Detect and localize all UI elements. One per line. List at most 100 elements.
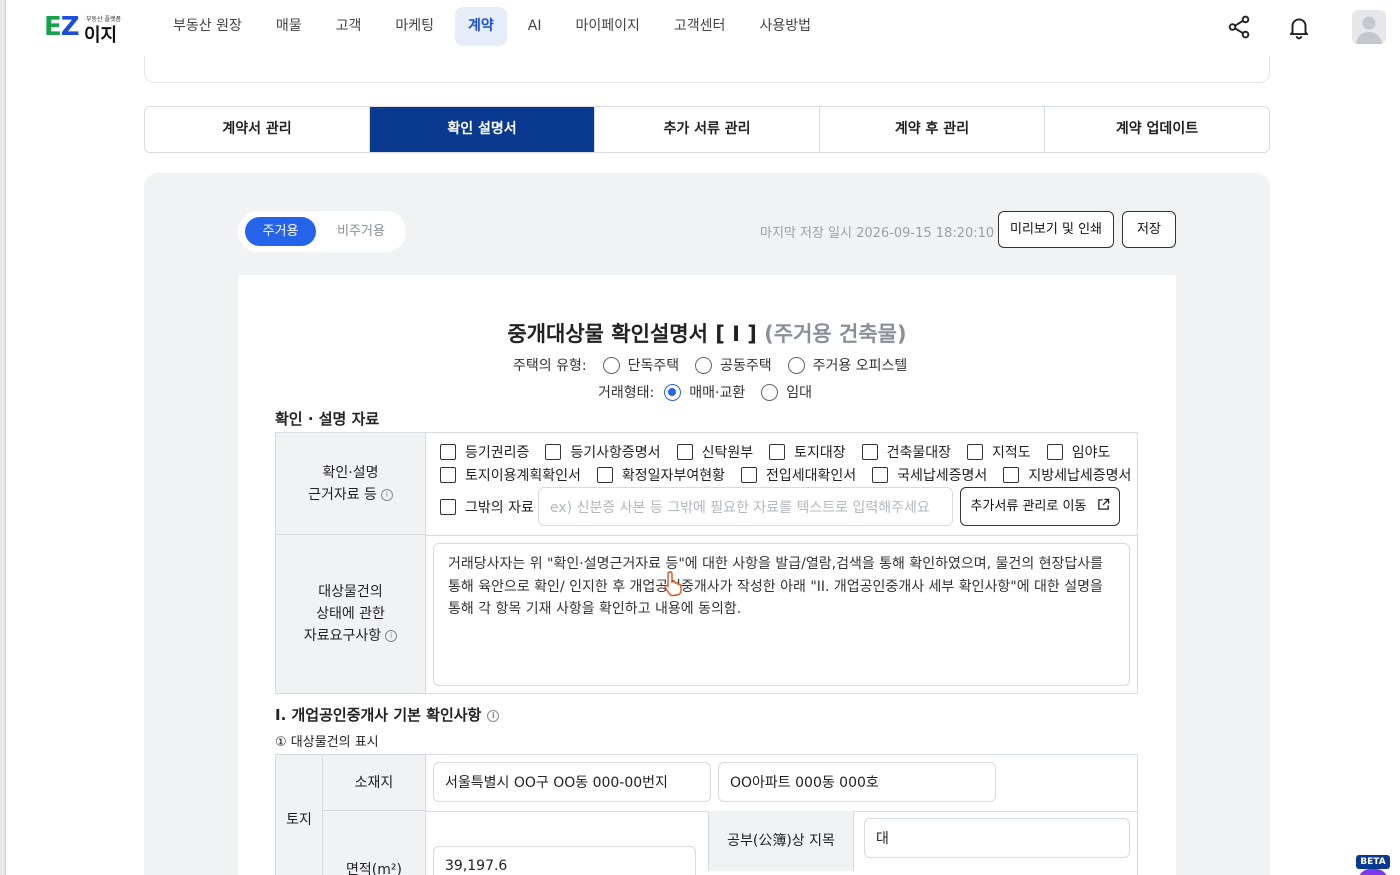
checkbox[interactable] (1003, 467, 1020, 483)
checkbox[interactable] (1046, 444, 1063, 460)
ezeiji-logo[interactable]: EZ 부동산 플랫폼 이지 (44, 12, 124, 46)
checkbox-item[interactable]: 국세납세증명서 (872, 465, 987, 485)
request-label-line3: 자료요구사항 (303, 628, 382, 644)
checkbox-item[interactable]: 지적도 (967, 442, 1031, 462)
checkbox[interactable] (872, 467, 889, 483)
checkbox-item[interactable]: 토지이용계획확인서 (440, 465, 581, 485)
radio-apartment[interactable] (695, 356, 713, 374)
toggle-residential[interactable]: 주거용 (245, 217, 316, 246)
tab-contract-update[interactable]: 계약 업데이트 (1045, 107, 1269, 152)
checkbox[interactable] (596, 467, 613, 483)
other-materials-input[interactable]: ex) 신분증 사본 등 그밖에 필요한 자료를 텍스트로 입력해주세요 (538, 487, 953, 526)
nav-item-contract[interactable]: 계약 (455, 7, 507, 46)
radio-officetel[interactable] (787, 356, 805, 374)
document-title-main: 중개대상물 확인설명서 [ I ] (507, 322, 757, 346)
checkbox-label: 그밖의 자료 (465, 500, 534, 516)
checkbox-label: 신탁원부 (701, 445, 754, 461)
checkbox-item[interactable]: 건축물대장 (861, 442, 951, 462)
checkbox[interactable] (861, 444, 878, 460)
subsection-property-display: ① 대상물건의 표시 (275, 735, 379, 750)
user-avatar-icon[interactable] (1352, 10, 1386, 44)
move-to-additional-docs-button[interactable]: 추가서류 관리로 이동 (960, 487, 1120, 526)
nav-item-ledger[interactable]: 부동산 원장 (160, 7, 255, 46)
tab-contract-management[interactable]: 계약서 관리 (145, 107, 370, 152)
tab-post-contract[interactable]: 계약 후 관리 (820, 107, 1045, 152)
address-detail-input[interactable]: OO아파트 000동 000호 (718, 762, 996, 802)
checkbox-item[interactable]: 등기권리증 (440, 442, 529, 462)
external-link-icon (1097, 498, 1109, 510)
info-icon[interactable]: i (385, 630, 398, 642)
deal-type-row: 거래형태: 매매·교환 임대 (598, 382, 812, 402)
nav-item-mypage[interactable]: 마이페이지 (563, 7, 653, 46)
checkbox-label: 임야도 (1071, 445, 1111, 461)
checkbox[interactable] (440, 499, 456, 515)
checkbox[interactable] (740, 467, 757, 483)
nav-item-listings[interactable]: 매물 (263, 7, 315, 46)
nav-item-customers[interactable]: 고객 (323, 7, 375, 46)
checkbox[interactable] (440, 444, 456, 460)
radio-detached-label: 단독주택 (627, 358, 680, 374)
house-type-row: 주택의 유형: 단독주택 공동주택 주거용 오피스텔 (513, 355, 907, 375)
info-icon[interactable]: i (487, 709, 500, 722)
checkbox[interactable] (545, 444, 562, 460)
area-header-cell: 면적(m²) (323, 811, 426, 875)
nav-item-marketing[interactable]: 마케팅 (382, 7, 447, 46)
checkbox-label: 지적도 (992, 445, 1031, 461)
section-basic-confirmation-title: I. 개업공인중개사 기본 확인사항 (275, 706, 482, 724)
area-input[interactable]: 39,197.6 (433, 846, 696, 875)
checkbox-item[interactable]: 지방세납세증명서 (1003, 465, 1131, 485)
info-icon[interactable]: i (380, 488, 393, 501)
radio-officetel-label: 주거용 오피스텔 (812, 358, 908, 374)
checkbox-item[interactable]: 전입세대확인서 (740, 465, 856, 485)
background-window-edge (0, 0, 6, 875)
checkbox-label: 토지이용계획확인서 (465, 468, 581, 484)
checkbox[interactable] (440, 467, 456, 483)
move-button-label: 추가서류 관리로 이동 (970, 499, 1087, 514)
previous-card-edge (144, 55, 1270, 83)
checkbox-item[interactable]: 신탁원부 (676, 442, 754, 462)
checkbox-item[interactable]: 임야도 (1046, 442, 1111, 462)
request-textarea[interactable]: 거래당사자는 위 "확인·설명근거자료 등"에 대한 사항을 발급/열람,검색을… (433, 543, 1130, 686)
mouse-cursor-icon (664, 571, 682, 597)
deal-type-label: 거래형태: (598, 385, 655, 401)
checkbox-label: 확정일자부여현황 (621, 468, 725, 484)
checkbox[interactable] (769, 444, 786, 460)
top-header: EZ 부동산 플랫폼 이지 부동산 원장 매물 고객 마케팅 계약 AI 마이페… (6, 0, 1400, 56)
checkbox[interactable] (967, 444, 984, 460)
address-input[interactable]: 서울특별시 OO구 OO동 000-00번지 (433, 762, 711, 802)
document-title-sub: (주거용 건축물) (764, 322, 907, 346)
logo-iji: 이지 (84, 25, 118, 46)
radio-apartment-label: 공동주택 (720, 358, 772, 374)
beta-badge[interactable]: BETA (1356, 853, 1392, 875)
radio-sale-exchange[interactable] (664, 383, 682, 401)
other-materials-checkbox[interactable]: 그밖의 자료 (440, 497, 534, 517)
chatbot-icon (1358, 869, 1388, 875)
radio-lease[interactable] (761, 383, 779, 401)
checkbox-item[interactable]: 확정일자부여현황 (596, 465, 725, 485)
tab-confirmation-statement[interactable]: 확인 설명서 (370, 107, 595, 152)
share-icon[interactable] (1226, 14, 1252, 40)
request-label-line1: 대상물건의 (318, 584, 383, 600)
toggle-non-residential[interactable]: 비주거용 (322, 217, 400, 246)
checkbox[interactable] (676, 444, 693, 460)
checkbox-item[interactable]: 등기사항증명서 (545, 442, 661, 462)
request-label-line2: 상태에 관한 (316, 606, 385, 622)
checkbox-label: 국세납세증명서 (897, 468, 988, 484)
checkbox-label: 토지대장 (794, 445, 846, 461)
checkbox-label: 등기사항증명서 (570, 445, 661, 461)
save-button[interactable]: 저장 (1122, 211, 1176, 248)
last-saved-text: 마지막 저장 일시 2026-09-15 18:20:10 (760, 226, 995, 241)
radio-detached[interactable] (602, 356, 620, 374)
checkbox-item[interactable]: 토지대장 (769, 442, 846, 462)
area-label: 면적(m²) (346, 862, 402, 875)
nav-item-howto[interactable]: 사용방법 (746, 7, 824, 46)
preview-print-button[interactable]: 미리보기 및 인쇄 (998, 211, 1114, 248)
jimok-input[interactable]: 대 (864, 818, 1130, 858)
tab-additional-documents[interactable]: 추가 서류 관리 (595, 107, 820, 152)
property-type-toggle: 주거용 비주거용 (238, 211, 406, 252)
bell-icon[interactable] (1286, 14, 1312, 40)
nav-item-ai[interactable]: AI (515, 7, 555, 46)
basis-label-line2: 근거자료 등 (308, 486, 377, 503)
beta-label: BETA (1356, 855, 1390, 869)
nav-item-support[interactable]: 고객센터 (661, 7, 739, 46)
